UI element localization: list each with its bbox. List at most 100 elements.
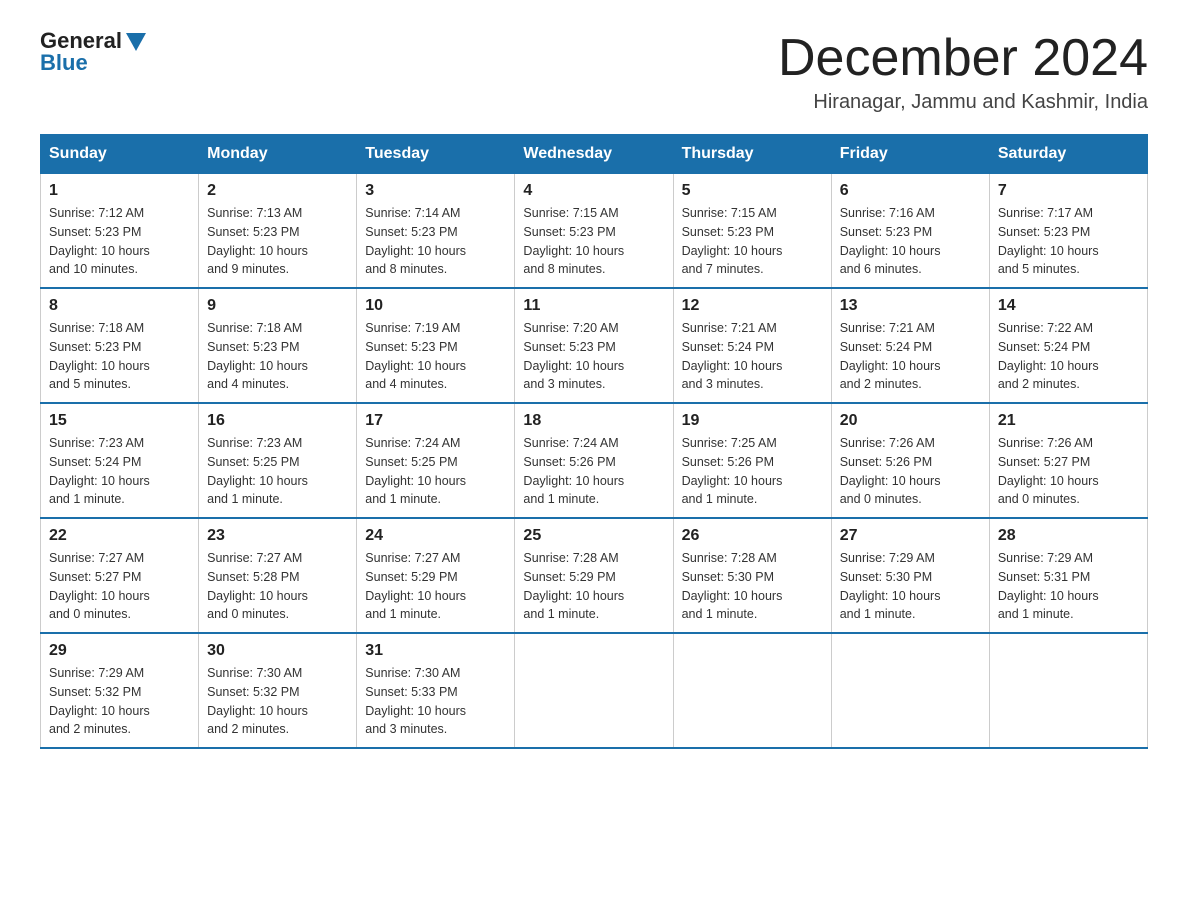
- day-number: 5: [682, 182, 823, 200]
- calendar-week-2: 8Sunrise: 7:18 AMSunset: 5:23 PMDaylight…: [41, 288, 1148, 403]
- calendar-cell-w5-d4: [515, 633, 673, 748]
- day-number: 28: [998, 527, 1139, 545]
- day-number: 29: [49, 642, 190, 660]
- calendar-cell-w2-d4: 11Sunrise: 7:20 AMSunset: 5:23 PMDayligh…: [515, 288, 673, 403]
- page-header: General Blue December 2024 Hiranagar, Ja…: [40, 30, 1148, 114]
- day-info: Sunrise: 7:27 AMSunset: 5:29 PMDaylight:…: [365, 551, 466, 621]
- calendar-cell-w2-d2: 9Sunrise: 7:18 AMSunset: 5:23 PMDaylight…: [199, 288, 357, 403]
- day-info: Sunrise: 7:20 AMSunset: 5:23 PMDaylight:…: [523, 321, 624, 391]
- day-number: 15: [49, 412, 190, 430]
- calendar-cell-w3-d4: 18 Sunrise: 7:24 AMSunset: 5:26 PMDayligh…: [515, 403, 673, 518]
- calendar-cell-w1-d7: 7 Sunrise: 7:17 AMSunset: 5:23 PMDaylight…: [989, 174, 1147, 289]
- day-number: 1: [49, 182, 190, 200]
- calendar-cell-w4-d3: 24 Sunrise: 7:27 AMSunset: 5:29 PMDayligh…: [357, 518, 515, 633]
- header-sunday: Sunday: [41, 135, 199, 174]
- logo: General Blue: [40, 30, 146, 74]
- calendar-cell-w1-d5: 5 Sunrise: 7:15 AMSunset: 5:23 PMDaylight…: [673, 174, 831, 289]
- header-tuesday: Tuesday: [357, 135, 515, 174]
- day-number: 17: [365, 412, 506, 430]
- day-number: 12: [682, 297, 823, 315]
- day-info: Sunrise: 7:25 AMSunset: 5:26 PMDaylight:…: [682, 436, 783, 506]
- day-info: Sunrise: 7:26 AMSunset: 5:27 PMDaylight:…: [998, 436, 1099, 506]
- calendar-week-4: 22 Sunrise: 7:27 AMSunset: 5:27 PMDayligh…: [41, 518, 1148, 633]
- day-info: Sunrise: 7:21 AMSunset: 5:24 PMDaylight:…: [840, 321, 941, 391]
- day-info: Sunrise: 7:14 AMSunset: 5:23 PMDaylight:…: [365, 206, 466, 276]
- calendar-cell-w5-d2: 30 Sunrise: 7:30 AMSunset: 5:32 PMDayligh…: [199, 633, 357, 748]
- day-info: Sunrise: 7:24 AMSunset: 5:26 PMDaylight:…: [523, 436, 624, 506]
- header-wednesday: Wednesday: [515, 135, 673, 174]
- calendar-cell-w3-d3: 17Sunrise: 7:24 AMSunset: 5:25 PMDayligh…: [357, 403, 515, 518]
- day-number: 2: [207, 182, 348, 200]
- day-info: Sunrise: 7:23 AMSunset: 5:25 PMDaylight:…: [207, 436, 308, 506]
- calendar-cell-w3-d7: 21Sunrise: 7:26 AMSunset: 5:27 PMDayligh…: [989, 403, 1147, 518]
- calendar-cell-w4-d1: 22 Sunrise: 7:27 AMSunset: 5:27 PMDayligh…: [41, 518, 199, 633]
- location-text: Hiranagar, Jammu and Kashmir, India: [778, 91, 1148, 114]
- calendar-cell-w1-d3: 3 Sunrise: 7:14 AMSunset: 5:23 PMDaylight…: [357, 174, 515, 289]
- day-number: 3: [365, 182, 506, 200]
- day-info: Sunrise: 7:27 AMSunset: 5:27 PMDaylight:…: [49, 551, 150, 621]
- day-number: 27: [840, 527, 981, 545]
- day-info: Sunrise: 7:30 AMSunset: 5:33 PMDaylight:…: [365, 666, 466, 736]
- day-number: 25: [523, 527, 664, 545]
- calendar-week-5: 29 Sunrise: 7:29 AMSunset: 5:32 PMDayligh…: [41, 633, 1148, 748]
- day-info: Sunrise: 7:12 AMSunset: 5:23 PMDaylight:…: [49, 206, 150, 276]
- header-thursday: Thursday: [673, 135, 831, 174]
- day-number: 13: [840, 297, 981, 315]
- logo-general-text: General: [40, 30, 122, 52]
- day-number: 22: [49, 527, 190, 545]
- day-info: Sunrise: 7:17 AMSunset: 5:23 PMDaylight:…: [998, 206, 1099, 276]
- calendar-header-row: SundayMondayTuesdayWednesdayThursdayFrid…: [41, 135, 1148, 174]
- day-info: Sunrise: 7:23 AMSunset: 5:24 PMDaylight:…: [49, 436, 150, 506]
- day-number: 26: [682, 527, 823, 545]
- day-info: Sunrise: 7:28 AMSunset: 5:30 PMDaylight:…: [682, 551, 783, 621]
- day-number: 24: [365, 527, 506, 545]
- day-info: Sunrise: 7:29 AMSunset: 5:32 PMDaylight:…: [49, 666, 150, 736]
- calendar-cell-w4-d5: 26 Sunrise: 7:28 AMSunset: 5:30 PMDayligh…: [673, 518, 831, 633]
- calendar-cell-w5-d7: [989, 633, 1147, 748]
- logo-blue-text: Blue: [40, 52, 146, 74]
- calendar-cell-w2-d6: 13 Sunrise: 7:21 AMSunset: 5:24 PMDayligh…: [831, 288, 989, 403]
- header-friday: Friday: [831, 135, 989, 174]
- month-title: December 2024: [778, 30, 1148, 87]
- day-number: 8: [49, 297, 190, 315]
- day-info: Sunrise: 7:28 AMSunset: 5:29 PMDaylight:…: [523, 551, 624, 621]
- calendar-cell-w2-d3: 10 Sunrise: 7:19 AMSunset: 5:23 PMDayligh…: [357, 288, 515, 403]
- calendar-cell-w4-d4: 25 Sunrise: 7:28 AMSunset: 5:29 PMDayligh…: [515, 518, 673, 633]
- calendar-cell-w3-d2: 16 Sunrise: 7:23 AMSunset: 5:25 PMDayligh…: [199, 403, 357, 518]
- day-number: 19: [682, 412, 823, 430]
- header-saturday: Saturday: [989, 135, 1147, 174]
- day-info: Sunrise: 7:15 AMSunset: 5:23 PMDaylight:…: [523, 206, 624, 276]
- day-info: Sunrise: 7:29 AMSunset: 5:31 PMDaylight:…: [998, 551, 1099, 621]
- day-number: 18: [523, 412, 664, 430]
- calendar-week-3: 15 Sunrise: 7:23 AMSunset: 5:24 PMDayligh…: [41, 403, 1148, 518]
- day-number: 23: [207, 527, 348, 545]
- calendar-cell-w3-d6: 20Sunrise: 7:26 AMSunset: 5:26 PMDayligh…: [831, 403, 989, 518]
- day-number: 7: [998, 182, 1139, 200]
- calendar-cell-w1-d4: 4Sunrise: 7:15 AMSunset: 5:23 PMDaylight…: [515, 174, 673, 289]
- day-number: 10: [365, 297, 506, 315]
- day-info: Sunrise: 7:29 AMSunset: 5:30 PMDaylight:…: [840, 551, 941, 621]
- calendar-cell-w3-d5: 19 Sunrise: 7:25 AMSunset: 5:26 PMDayligh…: [673, 403, 831, 518]
- calendar-cell-w2-d1: 8Sunrise: 7:18 AMSunset: 5:23 PMDaylight…: [41, 288, 199, 403]
- day-number: 30: [207, 642, 348, 660]
- day-number: 9: [207, 297, 348, 315]
- day-info: Sunrise: 7:13 AMSunset: 5:23 PMDaylight:…: [207, 206, 308, 276]
- day-info: Sunrise: 7:16 AMSunset: 5:23 PMDaylight:…: [840, 206, 941, 276]
- calendar-cell-w5-d5: [673, 633, 831, 748]
- day-info: Sunrise: 7:15 AMSunset: 5:23 PMDaylight:…: [682, 206, 783, 276]
- title-block: December 2024 Hiranagar, Jammu and Kashm…: [778, 30, 1148, 114]
- day-info: Sunrise: 7:21 AMSunset: 5:24 PMDaylight:…: [682, 321, 783, 391]
- day-info: Sunrise: 7:19 AMSunset: 5:23 PMDaylight:…: [365, 321, 466, 391]
- day-number: 31: [365, 642, 506, 660]
- day-info: Sunrise: 7:26 AMSunset: 5:26 PMDaylight:…: [840, 436, 941, 506]
- calendar-cell-w3-d1: 15 Sunrise: 7:23 AMSunset: 5:24 PMDayligh…: [41, 403, 199, 518]
- calendar-cell-w4-d2: 23Sunrise: 7:27 AMSunset: 5:28 PMDayligh…: [199, 518, 357, 633]
- calendar-cell-w5-d3: 31 Sunrise: 7:30 AMSunset: 5:33 PMDayligh…: [357, 633, 515, 748]
- calendar-cell-w5-d6: [831, 633, 989, 748]
- calendar-cell-w2-d7: 14Sunrise: 7:22 AMSunset: 5:24 PMDayligh…: [989, 288, 1147, 403]
- day-number: 14: [998, 297, 1139, 315]
- day-number: 16: [207, 412, 348, 430]
- day-info: Sunrise: 7:30 AMSunset: 5:32 PMDaylight:…: [207, 666, 308, 736]
- calendar-cell-w1-d6: 6Sunrise: 7:16 AMSunset: 5:23 PMDaylight…: [831, 174, 989, 289]
- calendar-week-1: 1 Sunrise: 7:12 AMSunset: 5:23 PMDaylight…: [41, 174, 1148, 289]
